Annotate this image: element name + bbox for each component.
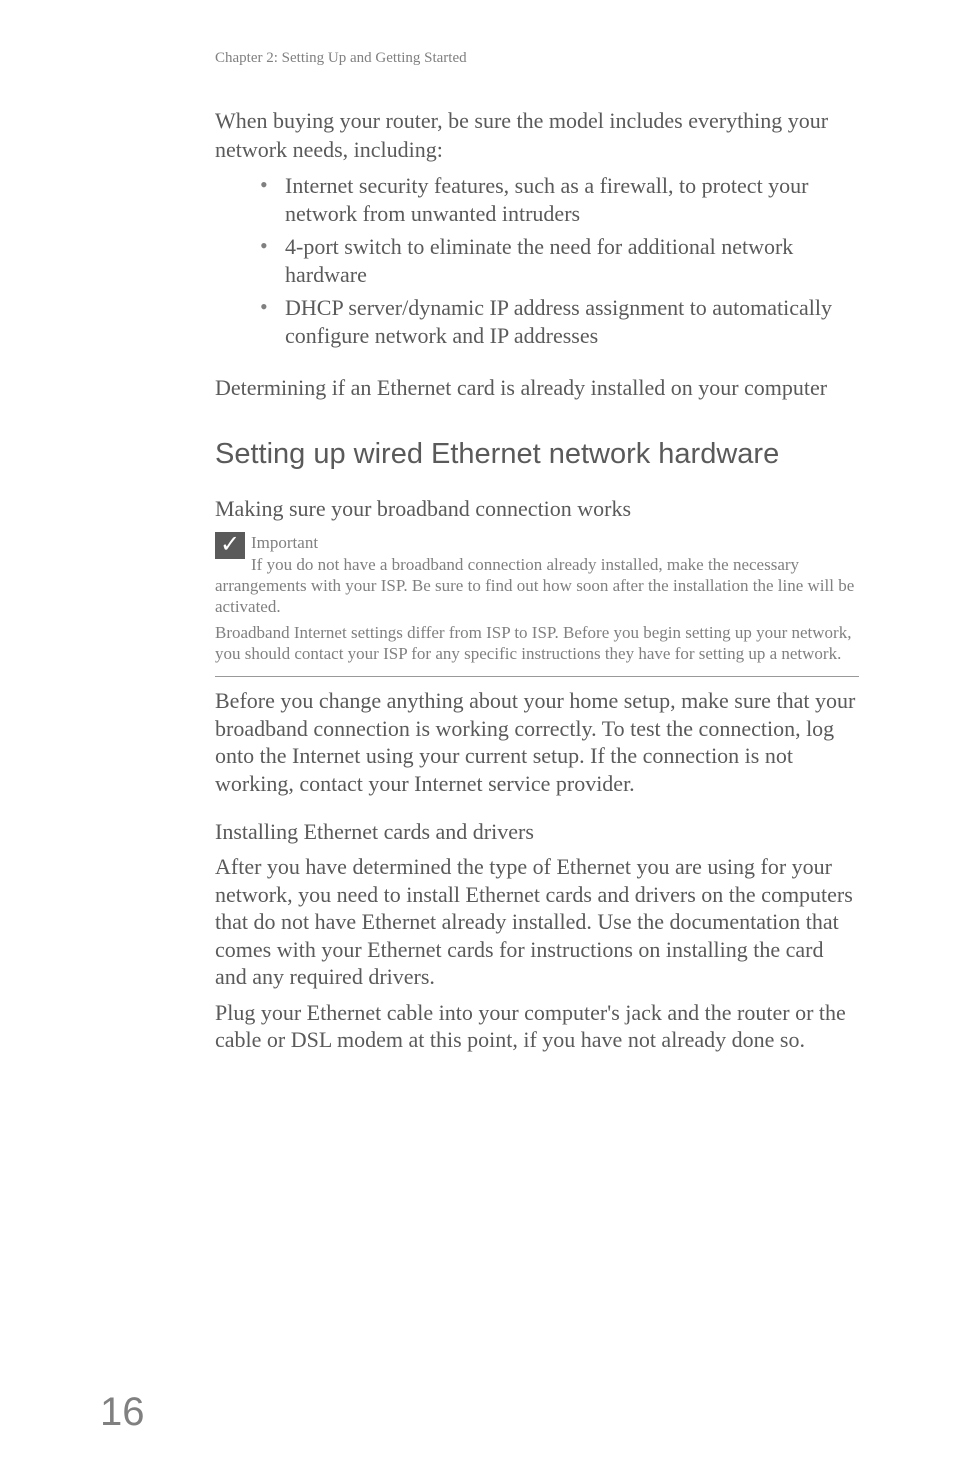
body-paragraph: Plug your Ethernet cable into your compu… (215, 999, 859, 1054)
important-text-para2: Broadband Internet settings differ from … (215, 622, 859, 665)
checkmark-icon: ✓ (215, 532, 245, 559)
page-number: 16 (100, 1390, 145, 1435)
bullet-marker: • (260, 172, 285, 227)
intro-paragraph: When buying your router, be sure the mod… (215, 107, 859, 164)
subheading-determining: Determining if an Ethernet card is alrea… (215, 374, 859, 403)
bullet-list: • Internet security features, such as a … (260, 172, 859, 349)
bullet-text: DHCP server/dynamic IP address assignmen… (285, 294, 859, 349)
page-content: When buying your router, be sure the mod… (215, 107, 859, 1054)
subsection-installing: Installing Ethernet cards and drivers (215, 819, 859, 845)
list-item: • 4-port switch to eliminate the need fo… (260, 233, 859, 288)
list-item: • Internet security features, such as a … (260, 172, 859, 227)
bullet-marker: • (260, 294, 285, 349)
important-label: Important (251, 532, 859, 554)
subsection-broadband: Making sure your broadband connection wo… (215, 496, 859, 522)
list-item: • DHCP server/dynamic IP address assignm… (260, 294, 859, 349)
bullet-text: 4-port switch to eliminate the need for … (285, 233, 859, 288)
important-text-line1: If you do not have a broadband connectio… (215, 555, 854, 617)
body-paragraph: After you have determined the type of Et… (215, 853, 859, 991)
bullet-marker: • (260, 233, 285, 288)
divider-line (215, 676, 859, 677)
important-callout: ✓ Important If you do not have a broadba… (215, 532, 859, 664)
section-heading: Setting up wired Ethernet network hardwa… (215, 438, 859, 471)
bullet-text: Internet security features, such as a fi… (285, 172, 859, 227)
body-paragraph: Before you change anything about your ho… (215, 687, 859, 797)
chapter-header: Chapter 2: Setting Up and Getting Starte… (215, 50, 859, 67)
